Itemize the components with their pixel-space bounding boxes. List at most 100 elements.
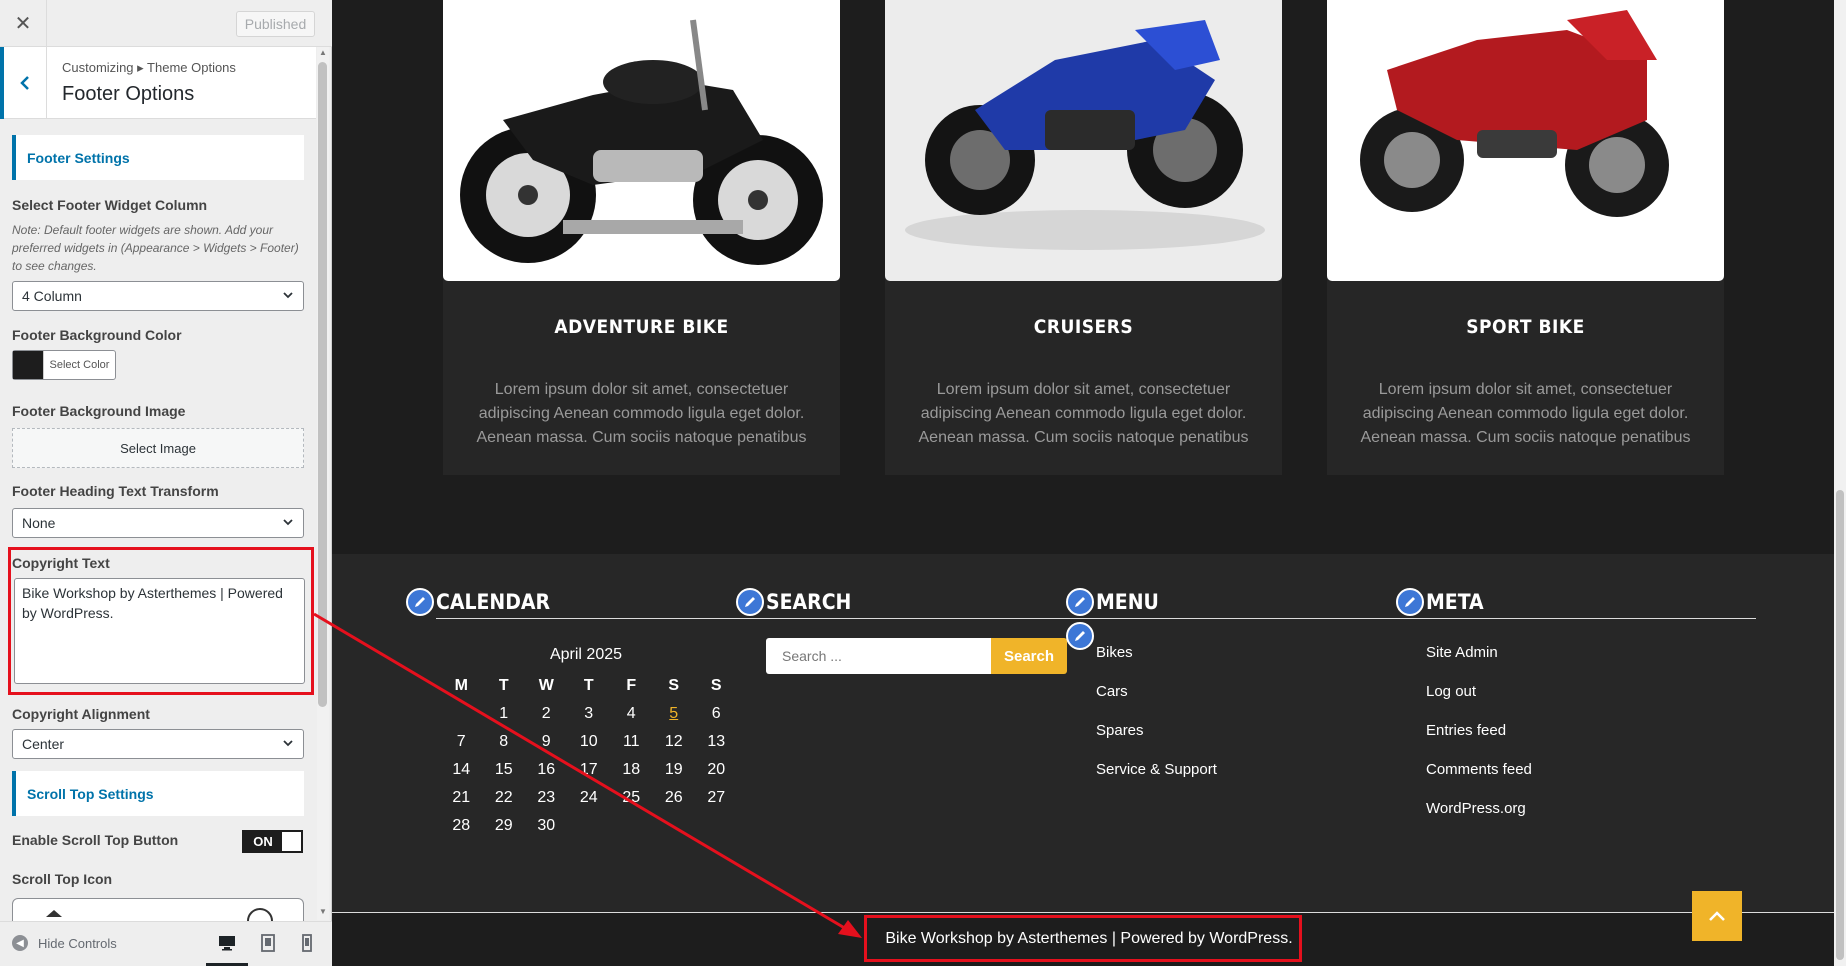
calendar-empty-day	[568, 812, 611, 840]
card-description: Lorem ipsum dolor sit amet, consectetuer…	[1360, 381, 1691, 446]
calendar-day: 15	[494, 761, 513, 778]
widget-column-note: Note: Default footer widgets are shown. …	[12, 223, 299, 273]
scroll-top-icon-picker[interactable]	[12, 898, 304, 922]
copyright-align-select[interactable]: Center	[12, 729, 304, 759]
calendar-day: 13	[707, 733, 726, 750]
scroll-top-settings-heading: Scroll Top Settings	[12, 771, 304, 816]
calendar-weekday-row: MTWTFSS	[440, 672, 738, 700]
heading-transform-select[interactable]: None	[12, 508, 304, 538]
search-button[interactable]: Search	[991, 638, 1067, 674]
widget-underline	[436, 618, 766, 619]
hide-controls-button[interactable]: ◀ Hide Controls	[12, 935, 117, 951]
calendar-caption: April 2025	[549, 646, 623, 663]
calendar-day: 3	[584, 705, 594, 722]
product-card[interactable]: ADVENTURE BIKE Lorem ipsum dolor sit ame…	[443, 0, 840, 475]
calendar-empty-day	[610, 812, 653, 840]
calendar-day: 24	[579, 789, 598, 806]
customizer-sidebar: ✕ Published Customizing ▸ Theme Options …	[0, 0, 332, 966]
site-preview: ADVENTURE BIKE Lorem ipsum dolor sit ame…	[332, 0, 1846, 966]
product-card[interactable]: SPORT BIKE Lorem ipsum dolor sit amet, c…	[1327, 0, 1724, 475]
calendar-day: 23	[537, 789, 556, 806]
toggle-on-label: ON	[253, 834, 273, 849]
pencil-icon[interactable]	[1066, 622, 1094, 650]
arrow-left-circle-icon: ◀	[12, 935, 28, 951]
calendar-week-row: 7 8 9 10 11 12 13	[440, 728, 738, 756]
breadcrumb: Customizing ▸ Theme Options	[62, 60, 236, 75]
pencil-icon[interactable]	[736, 588, 764, 616]
calendar-day[interactable]: 5	[653, 700, 696, 728]
pencil-icon[interactable]	[406, 588, 434, 616]
calendar-weekday: W	[538, 677, 554, 694]
meta-link[interactable]: Log out	[1426, 683, 1532, 722]
mobile-icon[interactable]	[296, 932, 318, 954]
card-description: Lorem ipsum dolor sit amet, consectetuer…	[918, 381, 1249, 446]
tablet-icon[interactable]	[257, 932, 279, 954]
widget-underline	[1096, 618, 1426, 619]
calendar-weekday: M	[454, 677, 468, 694]
widget-column-label: Select Footer Widget Column	[12, 197, 208, 213]
bg-image-label: Footer Background Image	[12, 403, 186, 419]
calendar-week-row: 1 2 3 456	[440, 700, 738, 728]
menu-list: Bikes Cars Spares Service & Support	[1096, 644, 1217, 800]
calendar-week-row: 21 22 23 24 25 26 27	[440, 784, 738, 812]
menu-item[interactable]: Service & Support	[1096, 761, 1217, 800]
pencil-icon[interactable]	[1396, 588, 1424, 616]
meta-link[interactable]: WordPress.org	[1426, 800, 1532, 839]
calendar-day: 16	[537, 761, 556, 778]
calendar-empty-day	[440, 700, 483, 728]
calendar-weekday: T	[583, 677, 594, 694]
back-arrow-icon[interactable]	[0, 47, 47, 119]
heading-transform-label: Footer Heading Text Transform	[12, 483, 219, 499]
calendar-day: 7	[456, 733, 466, 750]
widget-title: META	[1426, 590, 1484, 614]
scroll-top-enable-label: Enable Scroll Top Button	[12, 832, 179, 848]
calendar-day: 29	[494, 817, 513, 834]
meta-link[interactable]: Site Admin	[1426, 644, 1532, 683]
close-icon[interactable]: ✕	[0, 0, 47, 47]
copyright-preview-highlight	[864, 915, 1302, 962]
copyright-align-label: Copyright Alignment	[12, 706, 150, 722]
select-image-button[interactable]: Select Image	[12, 428, 304, 468]
calendar-day: 26	[664, 789, 683, 806]
preview-scrollbar-thumb[interactable]	[1836, 490, 1844, 960]
widget-underline	[1426, 618, 1756, 619]
desktop-icon[interactable]	[216, 932, 238, 954]
chevron-down-icon	[283, 519, 293, 526]
scroll-top-button[interactable]	[1692, 891, 1742, 941]
widget-title: MENU	[1096, 590, 1159, 614]
calendar-day: 9	[541, 733, 551, 750]
motorcycle-cruiser-image	[443, 0, 840, 281]
calendar-day: 25	[622, 789, 641, 806]
meta-link[interactable]: Comments feed	[1426, 761, 1532, 800]
scroll-down-arrow-icon[interactable]: ▼	[317, 906, 329, 918]
calendar-day: 22	[494, 789, 513, 806]
calendar-day: 2	[541, 705, 551, 722]
menu-item[interactable]: Bikes	[1096, 644, 1217, 683]
menu-item[interactable]: Spares	[1096, 722, 1217, 761]
search-input[interactable]: Search ...	[766, 638, 991, 674]
widget-column-select[interactable]: 4 Column	[12, 281, 304, 311]
customizer-footer: ◀ Hide Controls	[0, 921, 332, 966]
calendar-weekday: S	[668, 677, 680, 694]
sidebar-scrollbar-thumb[interactable]	[318, 62, 327, 707]
select-color-button[interactable]: Select Color	[12, 350, 116, 380]
meta-link[interactable]: Entries feed	[1426, 722, 1532, 761]
calendar-day: 17	[579, 761, 598, 778]
chevron-down-icon	[283, 292, 293, 299]
calendar-day: 4	[626, 705, 636, 722]
calendar-week-row: 14 15 16 17 18 19 20	[440, 756, 738, 784]
menu-item[interactable]: Cars	[1096, 683, 1217, 722]
pencil-icon[interactable]	[1066, 588, 1094, 616]
widget-title: CALENDAR	[436, 590, 551, 614]
calendar-day: 28	[452, 817, 471, 834]
scroll-up-arrow-icon[interactable]: ▲	[317, 47, 329, 59]
widget-column-value: 4 Column	[22, 288, 82, 304]
calendar-day: 10	[579, 733, 598, 750]
calendar-day: 20	[707, 761, 726, 778]
motorcycle-touring-image	[885, 0, 1282, 281]
published-button[interactable]: Published	[236, 11, 315, 37]
scroll-top-toggle[interactable]: ON	[242, 830, 303, 853]
calendar-day: 1	[499, 705, 509, 722]
product-card[interactable]: CRUISERS Lorem ipsum dolor sit amet, con…	[885, 0, 1282, 475]
heading-transform-value: None	[22, 515, 56, 531]
